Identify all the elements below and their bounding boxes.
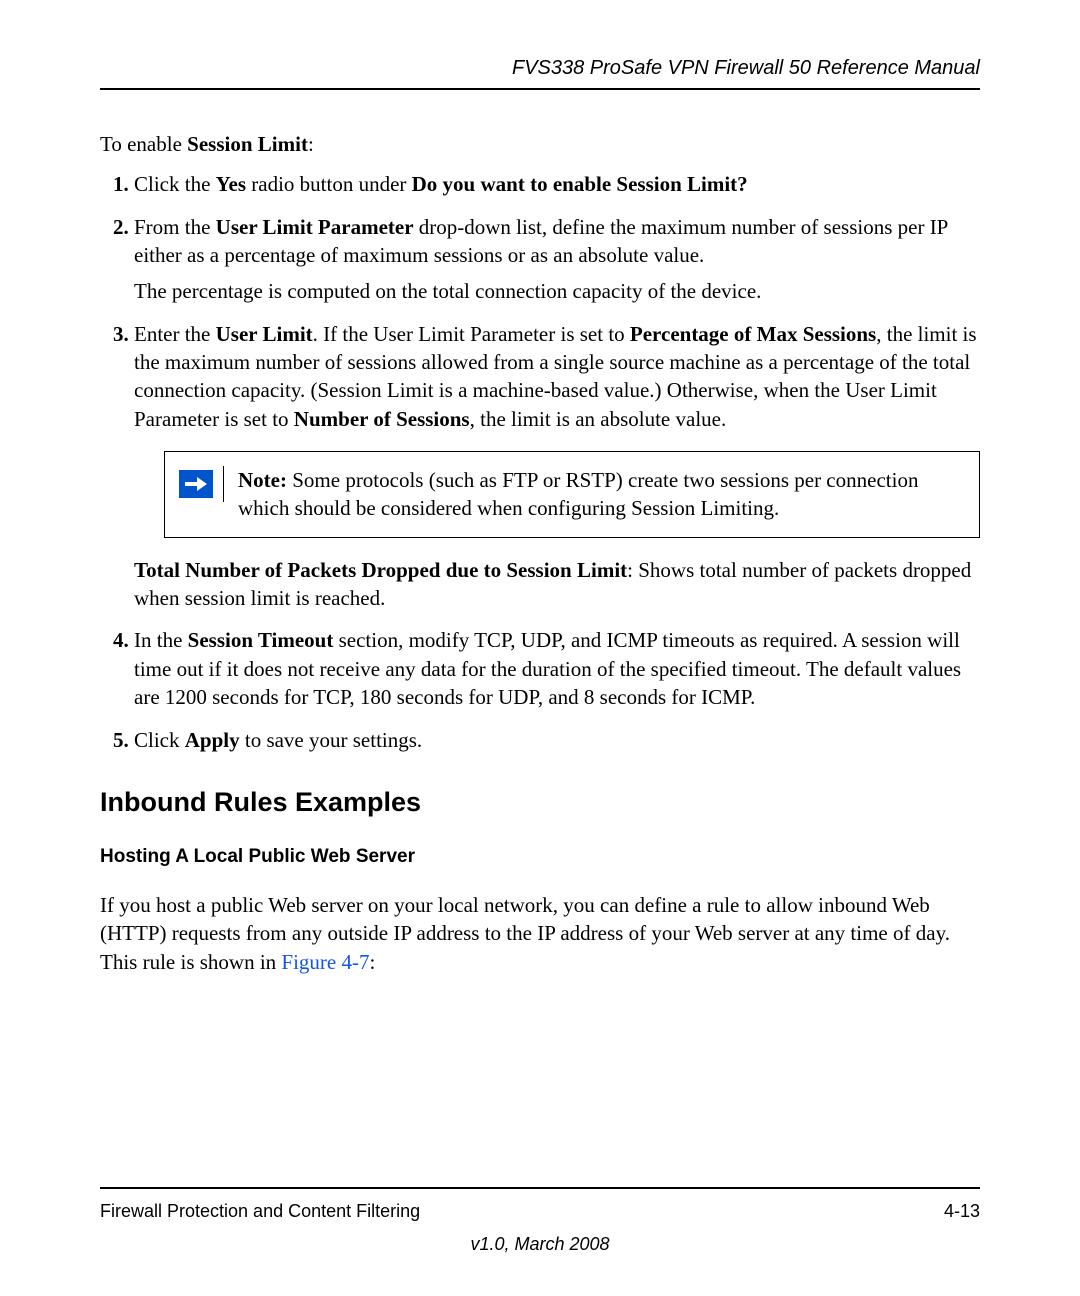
s5-t2: to save your settings. bbox=[240, 728, 423, 752]
note-icon-cell bbox=[177, 466, 224, 502]
packets-paragraph: Total Number of Packets Dropped due to S… bbox=[134, 556, 980, 613]
section-body: If you host a public Web server on your … bbox=[100, 891, 980, 976]
s1-b2: Do you want to enable Session Limit? bbox=[412, 172, 748, 196]
s3-t4: , the limit is an absolute value. bbox=[470, 407, 727, 431]
s3-b3: Number of Sessions bbox=[294, 407, 470, 431]
footer: Firewall Protection and Content Filterin… bbox=[100, 1187, 980, 1256]
footer-rule bbox=[100, 1187, 980, 1189]
intro-prefix: To enable bbox=[100, 132, 187, 156]
footer-row: Firewall Protection and Content Filterin… bbox=[100, 1199, 980, 1223]
step-1: Click the Yes radio button under Do you … bbox=[134, 170, 980, 198]
section-heading: Inbound Rules Examples bbox=[100, 784, 980, 820]
s3-b1: User Limit bbox=[216, 322, 313, 346]
footer-left: Firewall Protection and Content Filterin… bbox=[100, 1199, 420, 1223]
s1-t1: Click the bbox=[134, 172, 216, 196]
header-rule bbox=[100, 88, 980, 90]
step-2: From the User Limit Parameter drop-down … bbox=[134, 213, 980, 306]
note-text: Note: Some protocols (such as FTP or RST… bbox=[238, 466, 963, 523]
s2-p2: The percentage is computed on the total … bbox=[134, 277, 980, 305]
intro-suffix: : bbox=[308, 132, 314, 156]
note-box: Note: Some protocols (such as FTP or RST… bbox=[164, 451, 980, 538]
s3-b2: Percentage of Max Sessions bbox=[630, 322, 876, 346]
footer-right: 4-13 bbox=[944, 1199, 980, 1223]
page: FVS338 ProSafe VPN Firewall 50 Reference… bbox=[0, 0, 1080, 1296]
page-header-title: FVS338 ProSafe VPN Firewall 50 Reference… bbox=[100, 55, 980, 82]
s3-t2: . If the User Limit Parameter is set to bbox=[313, 322, 630, 346]
s1-b1: Yes bbox=[216, 172, 246, 196]
footer-center: v1.0, March 2008 bbox=[100, 1232, 980, 1256]
section-body-t1: If you host a public Web server on your … bbox=[100, 893, 950, 974]
figure-link[interactable]: Figure 4-7 bbox=[281, 950, 369, 974]
s4-b1: Session Timeout bbox=[188, 628, 334, 652]
step-4: In the Session Timeout section, modify T… bbox=[134, 626, 980, 711]
step-5: Click Apply to save your settings. bbox=[134, 726, 980, 754]
s4-t1: In the bbox=[134, 628, 188, 652]
steps-list: Click the Yes radio button under Do you … bbox=[100, 170, 980, 754]
s3-t1: Enter the bbox=[134, 322, 216, 346]
arrow-right-icon bbox=[179, 470, 213, 498]
note-body: Some protocols (such as FTP or RSTP) cre… bbox=[238, 468, 918, 520]
packets-b1: Total Number of Packets Dropped due to S… bbox=[134, 558, 627, 582]
step-3: Enter the User Limit. If the User Limit … bbox=[134, 320, 980, 613]
intro-line: To enable Session Limit: bbox=[100, 130, 980, 158]
s5-b1: Apply bbox=[185, 728, 240, 752]
section-body-t2: : bbox=[370, 950, 376, 974]
s2-t1: From the bbox=[134, 215, 216, 239]
subsection-heading: Hosting A Local Public Web Server bbox=[100, 844, 980, 870]
intro-bold: Session Limit bbox=[187, 132, 308, 156]
s1-t2: radio button under bbox=[246, 172, 412, 196]
s5-t1: Click bbox=[134, 728, 185, 752]
note-label: Note: bbox=[238, 468, 287, 492]
s2-b1: User Limit Parameter bbox=[216, 215, 414, 239]
